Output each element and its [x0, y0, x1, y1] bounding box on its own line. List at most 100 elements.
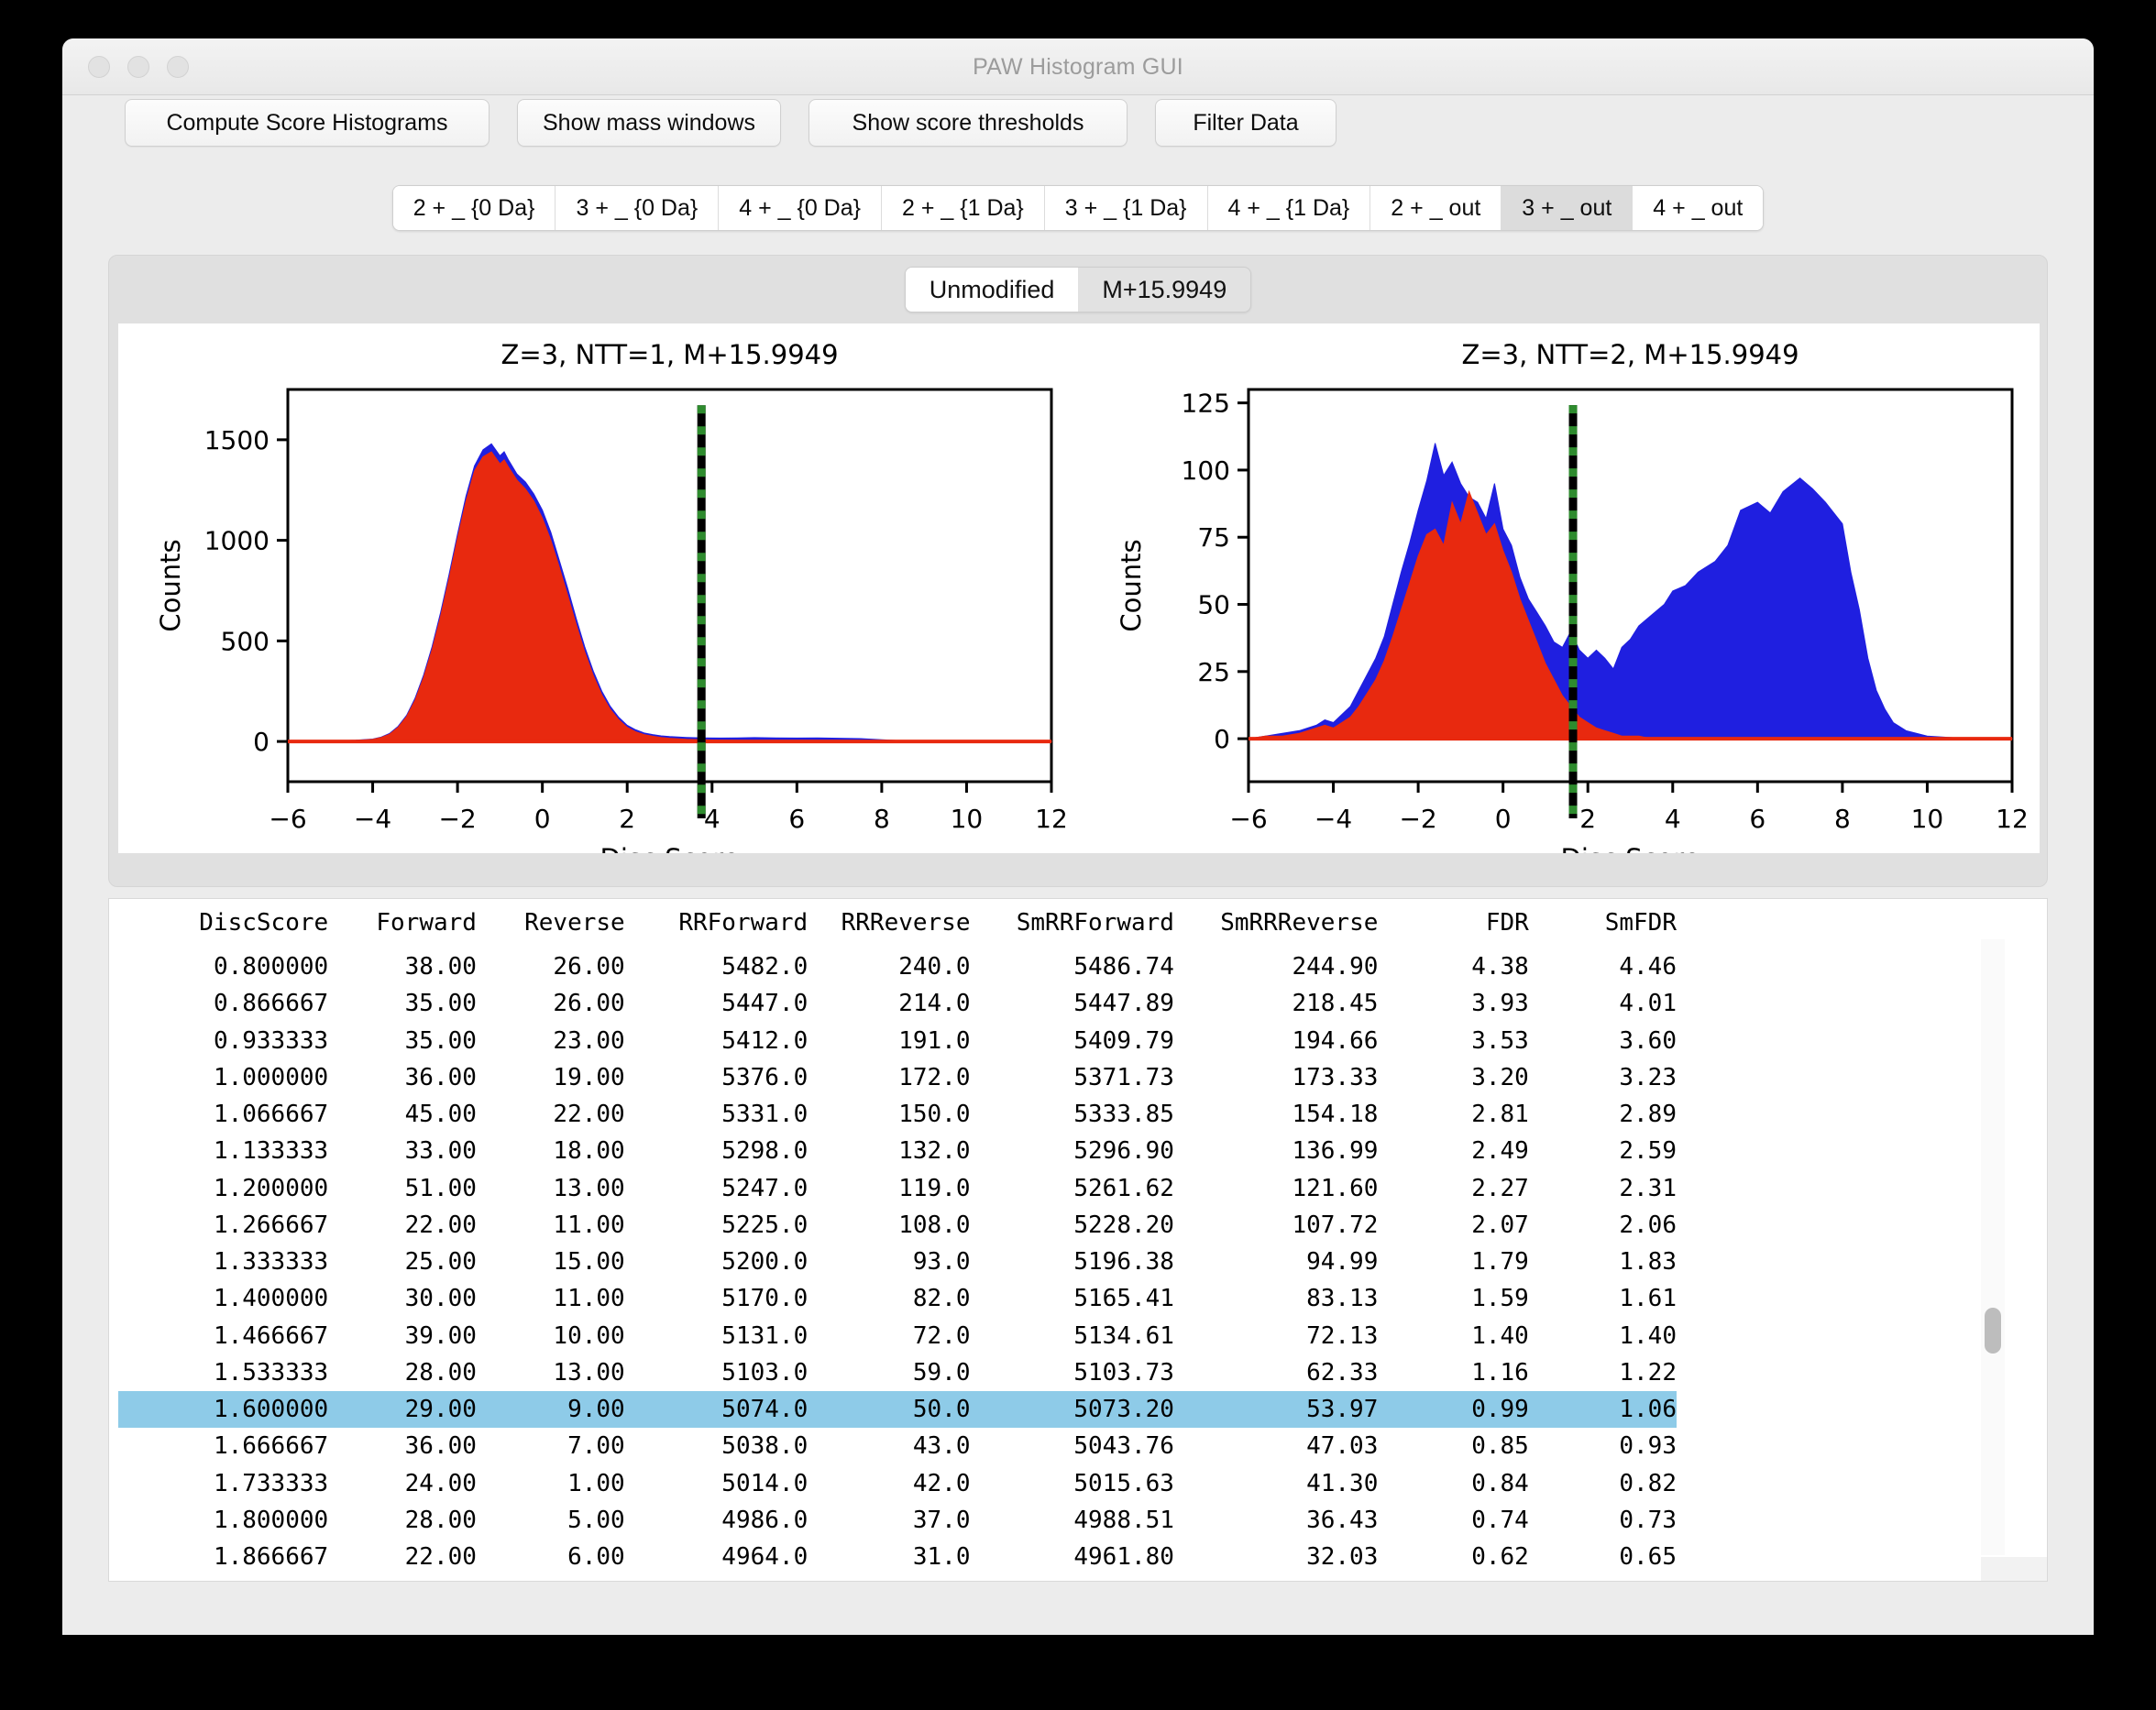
table-row[interactable]: 1.13333333.0018.005298.0132.05296.90136.…	[118, 1133, 1677, 1169]
charge-tab-4[interactable]: 3 + _ {1 Da}	[1045, 186, 1208, 230]
cell-rrreverse: 43.0	[808, 1428, 970, 1464]
table-row[interactable]: 1.86666722.006.004964.031.04961.8032.030…	[118, 1539, 1677, 1575]
cell-reverse: 26.00	[477, 948, 625, 985]
toolbar-button-2[interactable]: Show score thresholds	[808, 99, 1128, 147]
cell-rrforward: 5447.0	[625, 985, 808, 1022]
cell-rrforward: 5170.0	[625, 1280, 808, 1317]
cell-rrreverse: 172.0	[808, 1059, 970, 1096]
table-row[interactable]: 1.20000051.0013.005247.0119.05261.62121.…	[118, 1170, 1677, 1207]
table-row[interactable]: 1.06666745.0022.005331.0150.05333.85154.…	[118, 1096, 1677, 1133]
cell-discscore: 1.133333	[118, 1133, 328, 1169]
cell-discscore: 1.066667	[118, 1096, 328, 1133]
cell-fdr: 3.20	[1378, 1059, 1528, 1096]
cell-smrrforward: 5409.79	[971, 1023, 1174, 1059]
cell-smfdr: 4.01	[1529, 985, 1677, 1022]
cell-reverse: 3.00	[477, 1575, 625, 1581]
charge-tab-1[interactable]: 3 + _ {0 Da}	[556, 186, 719, 230]
charge-tab-3[interactable]: 2 + _ {1 Da}	[882, 186, 1045, 230]
table-row[interactable]: 0.93333335.0023.005412.0191.05409.79194.…	[118, 1023, 1677, 1059]
column-header-8: SmFDR	[1529, 904, 1677, 948]
table-row[interactable]: 1.80000028.005.004986.037.04988.5136.430…	[118, 1502, 1677, 1539]
svg-text:−6: −6	[269, 804, 306, 834]
table-row[interactable]: 0.86666735.0026.005447.0214.05447.89218.…	[118, 985, 1677, 1022]
svg-text:2: 2	[619, 804, 635, 834]
table-vertical-scrollbar[interactable]	[1981, 939, 2005, 1555]
mod-tab-0[interactable]: Unmodified	[906, 268, 1079, 312]
cell-forward: 33.00	[328, 1133, 477, 1169]
svg-text:Disc Score: Disc Score	[1561, 843, 1700, 853]
svg-text:10: 10	[1911, 804, 1944, 834]
cell-smrrforward: 4961.80	[971, 1539, 1174, 1575]
mod-tab-1[interactable]: M+15.9949	[1078, 268, 1250, 312]
charge-tab-0[interactable]: 2 + _ {0 Da}	[393, 186, 556, 230]
table-row[interactable]: 1.60000029.009.005074.050.05073.2053.970…	[118, 1391, 1677, 1428]
cell-forward: 36.00	[328, 1059, 477, 1096]
table-row[interactable]: 1.40000030.0011.005170.082.05165.4183.13…	[118, 1280, 1677, 1317]
fdr-table-scroll[interactable]: DiscScoreForwardReverseRRForwardRRRevers…	[109, 899, 1993, 1581]
cell-discscore: 1.466667	[118, 1318, 328, 1354]
cell-smrrreverse: 94.99	[1174, 1244, 1378, 1280]
svg-text:−4: −4	[1314, 804, 1352, 834]
cell-reverse: 22.00	[477, 1096, 625, 1133]
cell-fdr: 2.81	[1378, 1096, 1528, 1133]
svg-text:Counts: Counts	[155, 539, 186, 631]
table-row[interactable]: 0.80000038.0026.005482.0240.05486.74244.…	[118, 948, 1677, 985]
svg-text:12: 12	[1996, 804, 2029, 834]
cell-reverse: 7.00	[477, 1428, 625, 1464]
chart-left: Z=3, NTT=1, M+15.9949050010001500−6−4−20…	[118, 323, 1079, 853]
table-row[interactable]: 1.33333325.0015.005200.093.05196.3894.99…	[118, 1244, 1677, 1280]
cell-smrrreverse: 47.03	[1174, 1428, 1378, 1464]
cell-forward: 22.00	[328, 1539, 477, 1575]
charge-tab-7[interactable]: 3 + _ out	[1502, 186, 1633, 230]
cell-rrforward: 5225.0	[625, 1207, 808, 1244]
cell-smrrforward: 5228.20	[971, 1207, 1174, 1244]
cell-smrrforward: 5261.62	[971, 1170, 1174, 1207]
column-header-6: SmRRReverse	[1174, 904, 1378, 948]
svg-text:0: 0	[1495, 804, 1512, 834]
table-row[interactable]: 1.53333328.0013.005103.059.05103.7362.33…	[118, 1354, 1677, 1391]
cell-smrrreverse: 62.33	[1174, 1354, 1378, 1391]
table-row[interactable]: 1.00000036.0019.005376.0172.05371.73173.…	[118, 1059, 1677, 1096]
cell-rrreverse: 93.0	[808, 1244, 970, 1280]
table-row[interactable]: 1.93333328.003.004936.028.04935.0727.860…	[118, 1575, 1677, 1581]
toolbar-button-0[interactable]: Compute Score Histograms	[125, 99, 490, 147]
charge-tab-8[interactable]: 4 + _ out	[1633, 186, 1763, 230]
plot-panel: UnmodifiedM+15.9949 Z=3, NTT=1, M+15.994…	[108, 255, 2048, 887]
cell-fdr: 2.07	[1378, 1207, 1528, 1244]
cell-smfdr: 1.06	[1529, 1391, 1677, 1428]
cell-discscore: 0.800000	[118, 948, 328, 985]
charge-tab-6[interactable]: 2 + _ out	[1370, 186, 1502, 230]
cell-rrforward: 5376.0	[625, 1059, 808, 1096]
window-title: PAW Histogram GUI	[62, 54, 2094, 81]
toolbar-button-3[interactable]: Filter Data	[1155, 99, 1336, 147]
svg-text:25: 25	[1197, 657, 1230, 687]
charge-tab-5[interactable]: 4 + _ {1 Da}	[1208, 186, 1371, 230]
cell-forward: 28.00	[328, 1354, 477, 1391]
charge-tab-2[interactable]: 4 + _ {0 Da}	[719, 186, 882, 230]
cell-smfdr: 2.31	[1529, 1170, 1677, 1207]
cell-discscore: 1.600000	[118, 1391, 328, 1428]
table-row[interactable]: 1.26666722.0011.005225.0108.05228.20107.…	[118, 1207, 1677, 1244]
cell-rrreverse: 214.0	[808, 985, 970, 1022]
cell-rrforward: 5247.0	[625, 1170, 808, 1207]
mod-tabs-container: UnmodifiedM+15.9949	[109, 267, 2047, 312]
cell-smfdr: 0.56	[1529, 1575, 1677, 1581]
cell-reverse: 9.00	[477, 1391, 625, 1428]
svg-text:Disc Score: Disc Score	[600, 843, 740, 853]
scrollbar-thumb[interactable]	[1985, 1308, 2001, 1354]
cell-smfdr: 2.59	[1529, 1133, 1677, 1169]
svg-text:Counts: Counts	[1116, 539, 1147, 631]
table-row[interactable]: 1.66666736.007.005038.043.05043.7647.030…	[118, 1428, 1677, 1464]
cell-discscore: 1.200000	[118, 1170, 328, 1207]
scrollbar-corner	[1981, 1557, 2047, 1581]
cell-discscore: 1.666667	[118, 1428, 328, 1464]
toolbar-button-1[interactable]: Show mass windows	[517, 99, 781, 147]
table-row[interactable]: 1.46666739.0010.005131.072.05134.6172.13…	[118, 1318, 1677, 1354]
cell-reverse: 13.00	[477, 1170, 625, 1207]
cell-smrrforward: 5371.73	[971, 1059, 1174, 1096]
svg-text:0: 0	[1214, 724, 1230, 754]
cell-smrrforward: 5103.73	[971, 1354, 1174, 1391]
table-row[interactable]: 1.73333324.001.005014.042.05015.6341.300…	[118, 1465, 1677, 1502]
cell-fdr: 2.27	[1378, 1170, 1528, 1207]
svg-text:100: 100	[1182, 455, 1230, 486]
